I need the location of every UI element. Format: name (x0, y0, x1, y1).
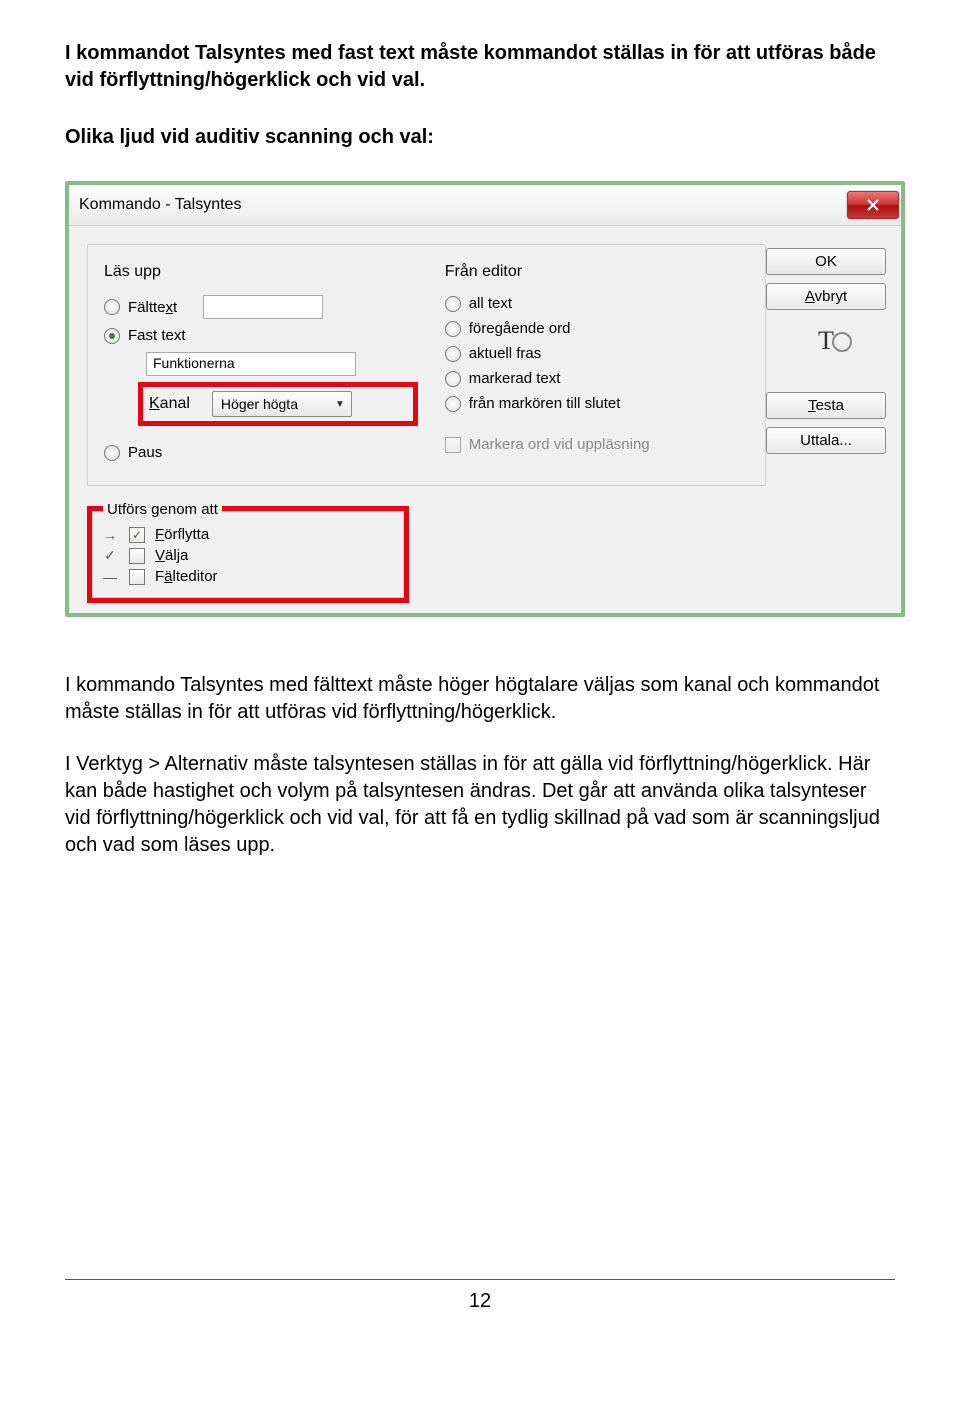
test-button[interactable]: Testa (766, 392, 886, 419)
fasttext-input[interactable]: Funktionerna (146, 352, 356, 376)
dialog-title: Kommando - Talsyntes (79, 196, 241, 214)
dash-icon: — (101, 569, 119, 585)
radio-foregaende-label: föregående ord (469, 320, 571, 337)
cancel-button[interactable]: Avbryt (766, 283, 886, 310)
dialog-titlebar: Kommando - Talsyntes (69, 185, 901, 226)
chevron-down-icon: ▼ (335, 399, 345, 410)
radio-fran-markoren[interactable] (445, 396, 461, 412)
check-icon: ✓ (101, 547, 119, 564)
dialog-kommando-talsyntes: Kommando - Talsyntes Läs upp (65, 181, 905, 617)
page-number: 12 (65, 1290, 895, 1313)
radio-aktuell[interactable] (445, 346, 461, 362)
dropdown-kanal-value: Höger högta (221, 396, 298, 412)
radio-fasttext-label: Fast text (128, 327, 186, 344)
radio-markerad-label: markerad text (469, 370, 561, 387)
highlight-kanal: Kanal Höger högta ▼ (138, 382, 418, 426)
falttext-input[interactable] (203, 295, 323, 319)
checkbox-markera-ord[interactable] (445, 437, 461, 453)
checkbox-falteditor[interactable] (129, 569, 145, 585)
radio-foregaende[interactable] (445, 321, 461, 337)
radio-fasttext[interactable] (104, 328, 120, 344)
dropdown-kanal[interactable]: Höger högta ▼ (212, 391, 352, 417)
ok-button[interactable]: OK (766, 248, 886, 275)
dialog-sidebar: OK Avbryt T Testa Uttala... (766, 244, 886, 603)
checkbox-markera-ord-label: Markera ord vid uppläsning (469, 436, 650, 453)
para-after-dialog-2: I Verktyg > Alternativ måste talsyntesen… (65, 751, 895, 859)
radio-all-text[interactable] (445, 296, 461, 312)
radio-fran-markoren-label: från markören till slutet (469, 395, 621, 412)
para-after-dialog-1: I kommando Talsyntes med fälttext måste … (65, 672, 895, 726)
radio-falttext[interactable] (104, 299, 120, 315)
arrow-right-icon: → (101, 527, 119, 543)
tts-icon: T (818, 326, 834, 356)
checkbox-valja[interactable] (129, 548, 145, 564)
label-kanal: Kanal (149, 395, 190, 413)
radio-falttext-label: Fälttext (128, 299, 177, 316)
radio-aktuell-label: aktuell fras (469, 345, 542, 362)
radio-markerad[interactable] (445, 371, 461, 387)
checkbox-valja-label: Välja (155, 547, 188, 564)
radio-all-text-label: all text (469, 295, 512, 312)
intro-paragraph: I kommandot Talsyntes med fast text måst… (65, 40, 895, 94)
close-icon[interactable] (847, 191, 899, 219)
checkbox-falteditor-label: Fälteditor (155, 568, 218, 585)
radio-paus[interactable] (104, 445, 120, 461)
pronounce-button[interactable]: Uttala... (766, 427, 886, 454)
footer-divider (65, 1279, 895, 1280)
label-fran-editor: Från editor (445, 263, 753, 281)
label-las-upp: Läs upp (104, 263, 445, 281)
legend-utfors: Utförs genom att (103, 501, 222, 518)
checkbox-forflytta[interactable] (129, 527, 145, 543)
heading-olika-ljud: Olika ljud vid auditiv scanning och val: (65, 124, 895, 151)
highlight-utfors: Utförs genom att → Förflytta ✓ Välja (87, 506, 409, 603)
radio-paus-label: Paus (128, 444, 162, 461)
checkbox-forflytta-label: Förflytta (155, 526, 209, 543)
group-las-upp: Läs upp Fälttext Fast text (87, 244, 766, 486)
